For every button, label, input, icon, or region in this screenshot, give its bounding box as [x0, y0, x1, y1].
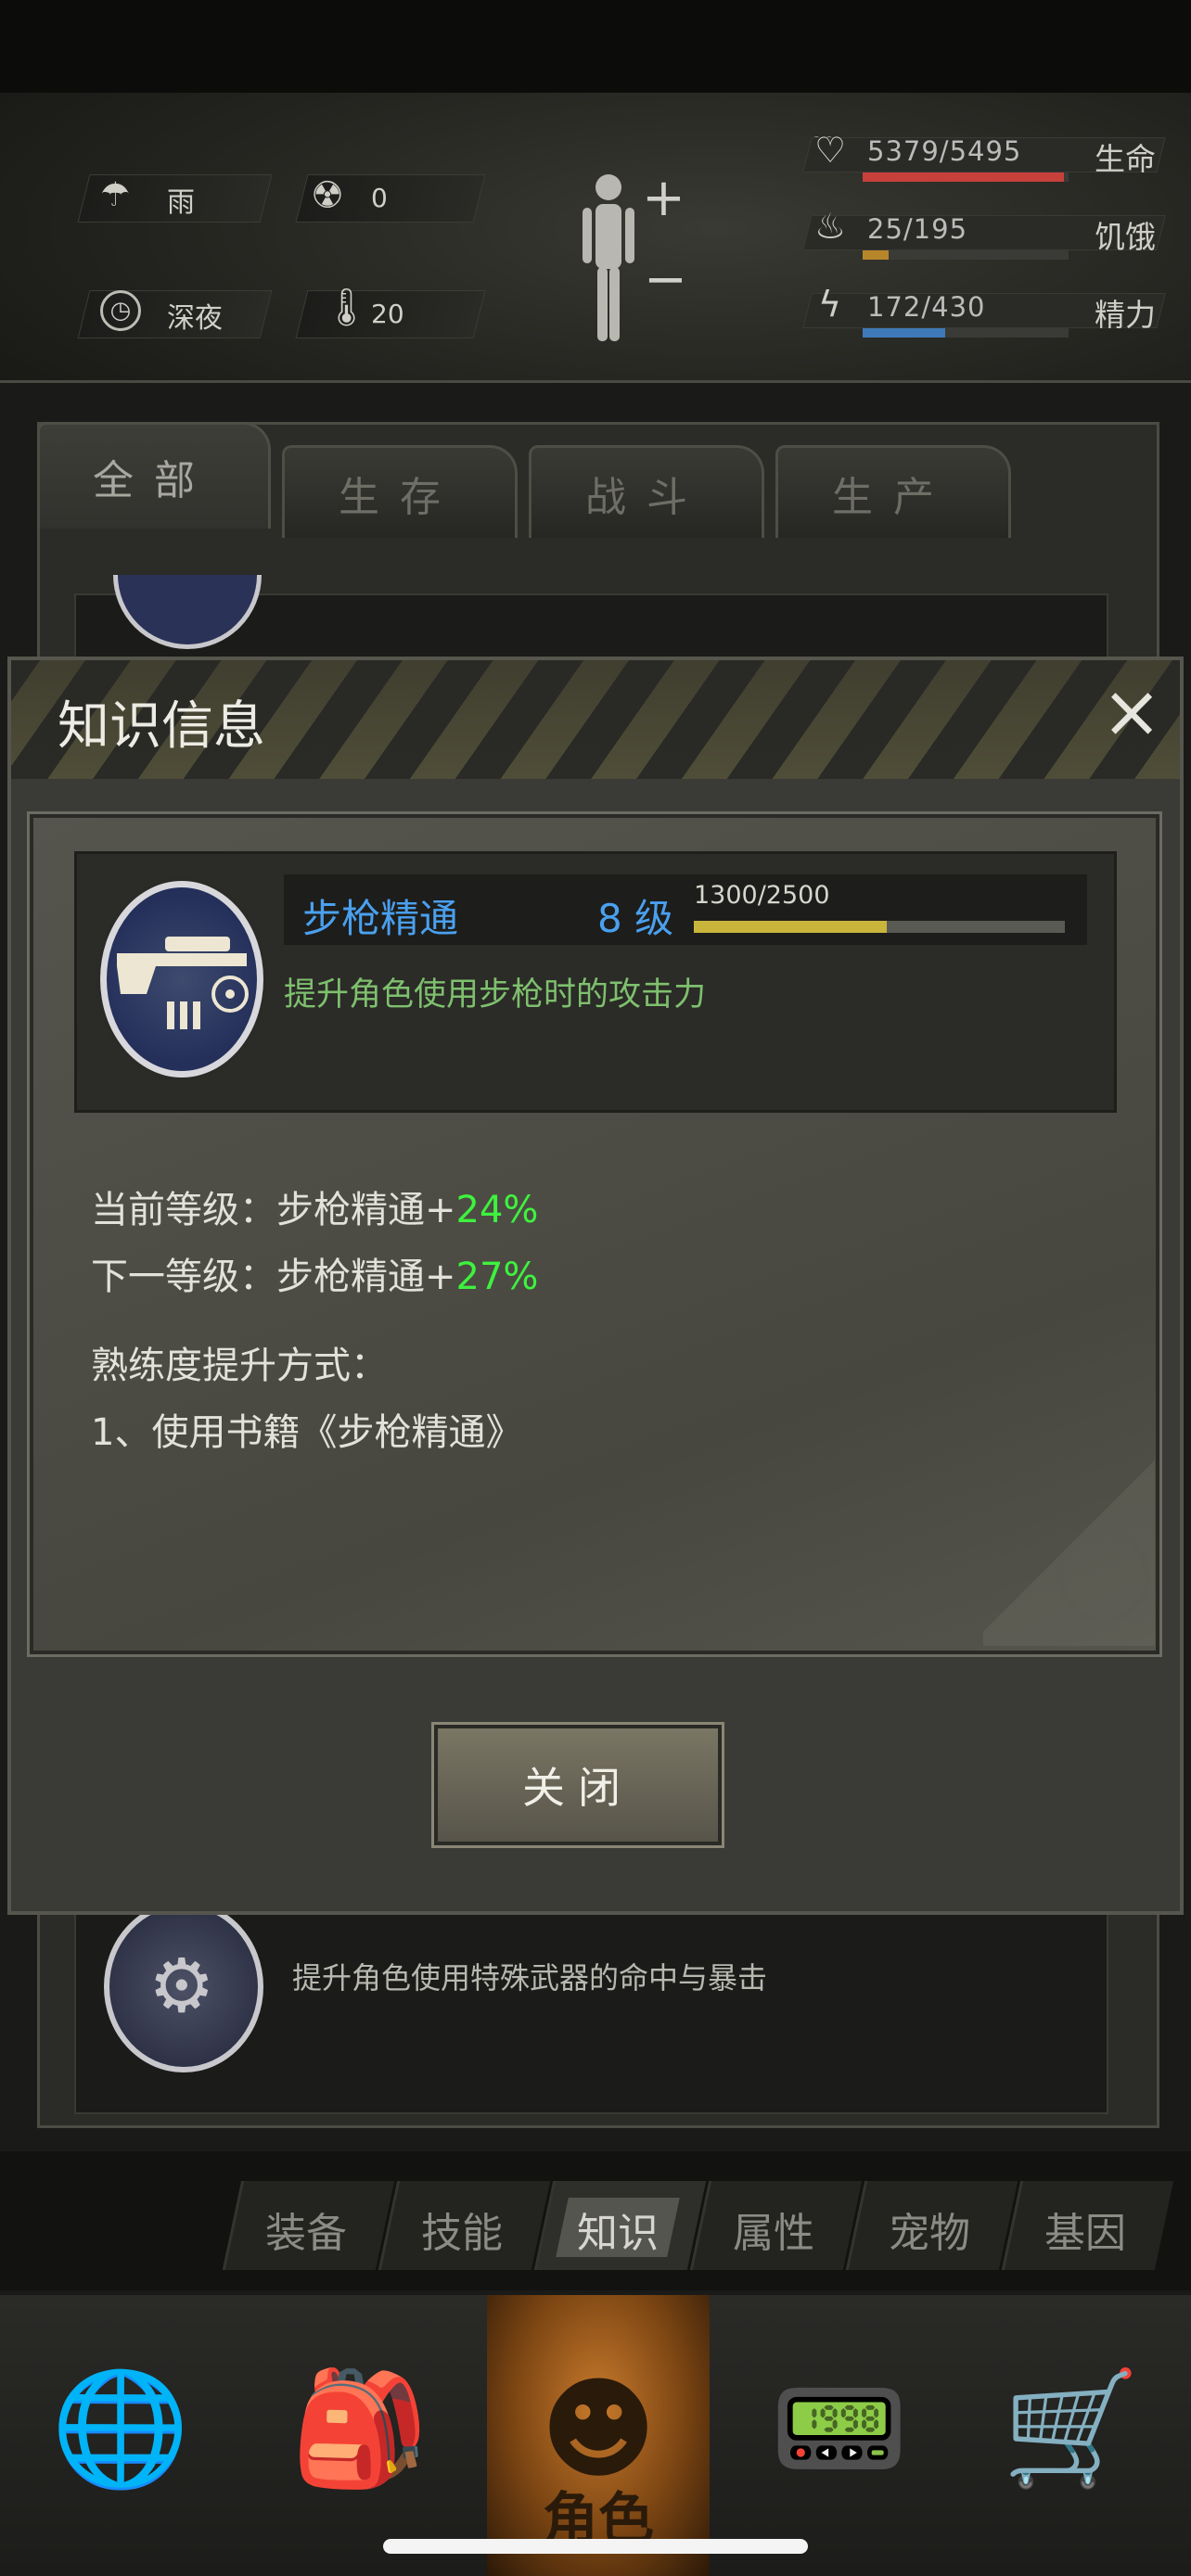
- lightning-icon: ϟ: [818, 284, 842, 325]
- subtab-genes[interactable]: 基因: [1011, 2200, 1159, 2259]
- current-level-value: 24%: [455, 1189, 539, 1231]
- status-topband: [0, 0, 1191, 93]
- radio-icon[interactable]: 📟: [770, 2355, 908, 2504]
- radiation-watermark-icon: [1057, 1530, 1150, 1623]
- skill-description: 提升角色使用步枪时的攻击力: [284, 976, 707, 1014]
- rain-icon: ☂: [100, 176, 131, 214]
- radiation-value: 0: [371, 183, 388, 213]
- globe-icon[interactable]: 🌐: [51, 2355, 189, 2504]
- energy-label: 精力: [1095, 297, 1156, 333]
- subtab-knowledge[interactable]: 知识: [544, 2200, 692, 2259]
- list-item-description: 提升角色使用特殊武器的命中与暴击: [292, 1960, 768, 1996]
- subtab-equipment[interactable]: 装备: [232, 2200, 380, 2259]
- home-indicator: [383, 2539, 808, 2554]
- weather-text: 雨: [167, 186, 195, 219]
- thermometer-icon: 🌡: [323, 287, 370, 329]
- time-text: 深夜: [167, 302, 223, 335]
- health-bar-fill: [863, 172, 1064, 182]
- minigun-icon: ⚙: [148, 1943, 215, 2029]
- next-level-label: 下一等级：步枪精通+: [91, 1256, 456, 1298]
- skill-xp-text: 1300/2500: [694, 881, 830, 910]
- tab-all[interactable]: 全部: [37, 422, 271, 529]
- method-item-1: 1、使用书籍《步枪精通》: [91, 1411, 523, 1454]
- close-icon[interactable]: ×: [1099, 676, 1164, 748]
- tab-survival[interactable]: 生存: [282, 445, 518, 538]
- hunger-bar-fill: [863, 250, 889, 260]
- tab-combat[interactable]: 战斗: [529, 445, 764, 538]
- cart-icon[interactable]: 🛒: [1002, 2355, 1140, 2504]
- method-title: 熟练度提升方式：: [91, 1345, 388, 1387]
- body-figure-icon: + −: [583, 168, 687, 341]
- subtab-attributes[interactable]: 属性: [699, 2200, 848, 2259]
- energy-bar-fill: [863, 328, 945, 338]
- close-button[interactable]: 关闭: [431, 1722, 724, 1848]
- temperature-value: 20: [371, 299, 404, 329]
- skill-xp-bar-fill: [694, 921, 887, 933]
- skill-level: 8 级: [597, 896, 674, 941]
- body-status-button[interactable]: + −: [575, 167, 696, 352]
- hunger-bar-bg: [863, 250, 1069, 260]
- energy-value: 172/430: [867, 291, 986, 323]
- subtab-pets[interactable]: 宠物: [855, 2200, 1004, 2259]
- current-level-line: 当前等级：步枪精通+24%: [91, 1180, 538, 1233]
- radiation-icon: ☢: [311, 174, 344, 217]
- health-label: 生命: [1095, 141, 1156, 177]
- hunger-value: 25/195: [867, 213, 968, 245]
- rifle-icon: [117, 937, 249, 1029]
- modal-title: 知识信息: [58, 696, 265, 757]
- current-level-label: 当前等级：步枪精通+: [91, 1189, 456, 1231]
- next-level-line: 下一等级：步枪精通+27%: [91, 1246, 538, 1300]
- skill-name: 步枪精通: [302, 896, 459, 941]
- health-value: 5379/5495: [867, 135, 1022, 167]
- plus-icon: +: [642, 168, 685, 228]
- subtab-skills[interactable]: 技能: [388, 2200, 536, 2259]
- tab-production[interactable]: 生产: [775, 445, 1011, 538]
- minus-icon: −: [644, 249, 687, 310]
- hunger-label: 饥饿: [1095, 219, 1156, 255]
- stomach-icon: ♨: [814, 206, 847, 247]
- backpack-icon[interactable]: 🎒: [290, 2355, 429, 2504]
- clock-icon: ◷: [100, 290, 141, 331]
- next-level-value: 27%: [455, 1256, 539, 1298]
- heart-icon-overlay: ♡: [814, 130, 847, 171]
